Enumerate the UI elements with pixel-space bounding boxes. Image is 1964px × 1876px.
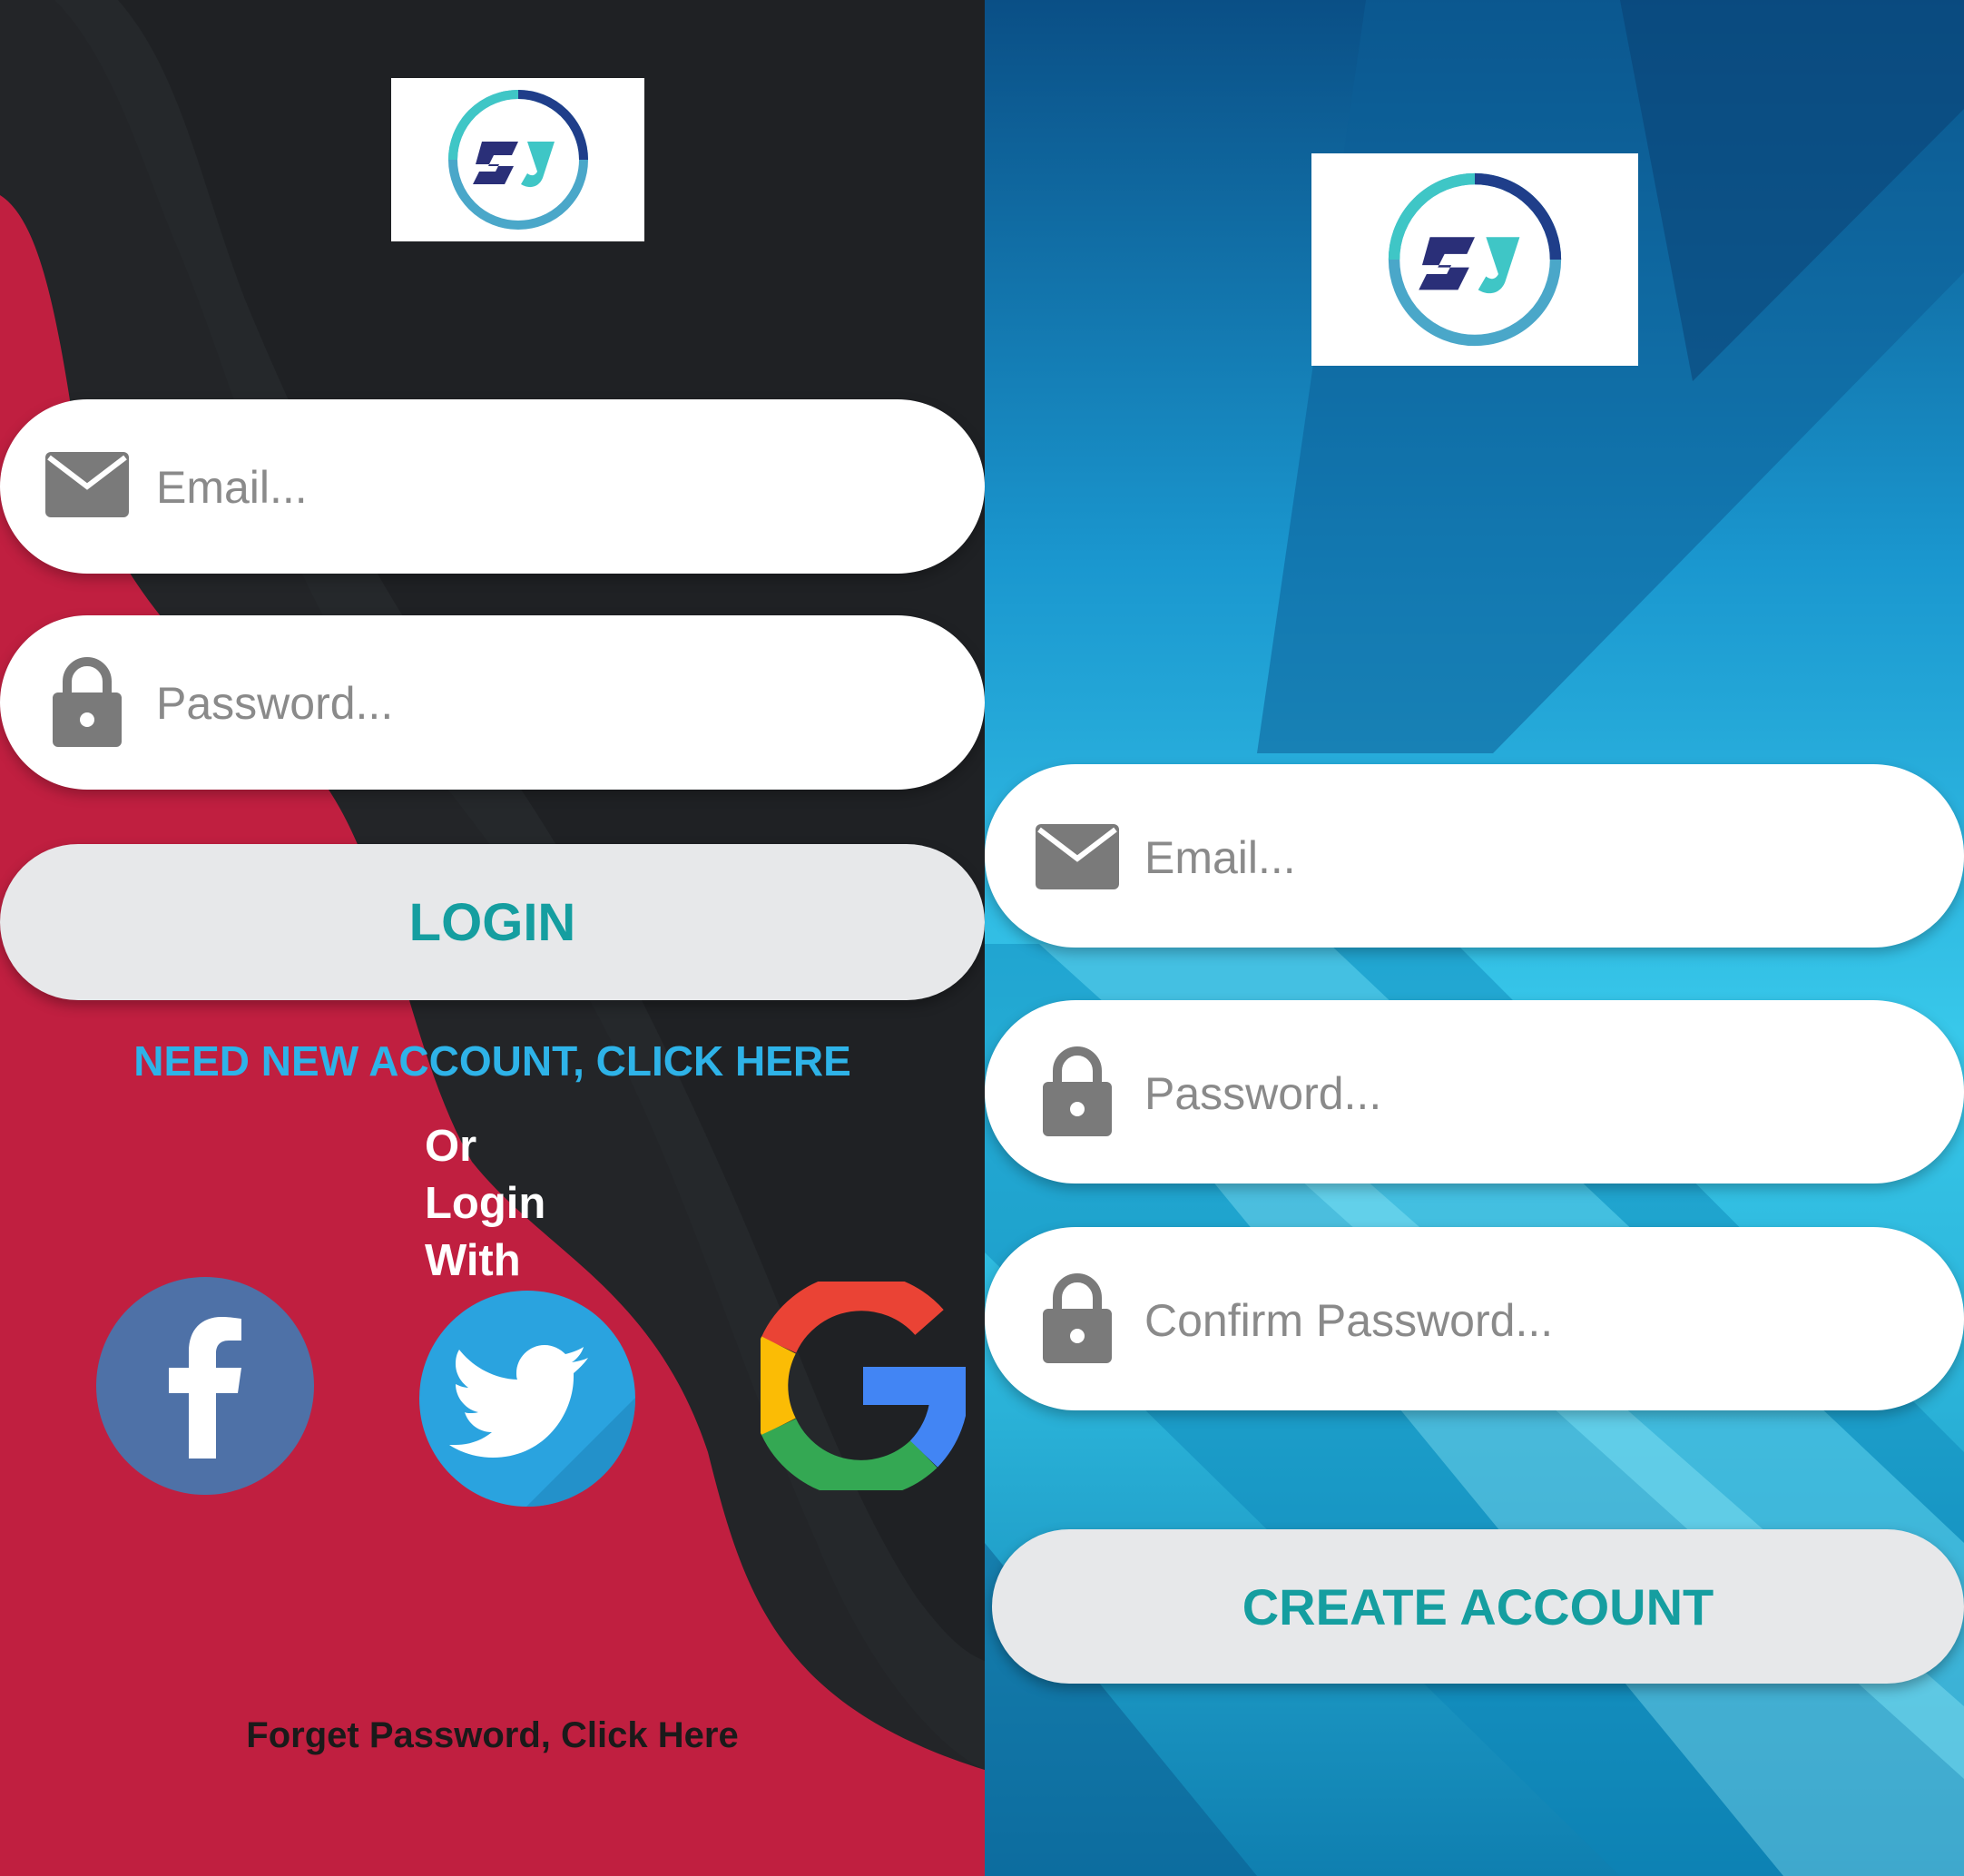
signup-confirm-password-input[interactable]: [1143, 1278, 1918, 1363]
twitter-login-button[interactable]: [419, 1291, 635, 1507]
sj-logo-icon: [447, 90, 588, 230]
signup-screen: CREATE ACCOUNT: [985, 0, 1964, 1876]
envelope-icon: [1036, 824, 1119, 889]
need-new-account-link[interactable]: NEED NEW ACCOUNT, CLICK HERE: [0, 1036, 985, 1085]
email-input[interactable]: [154, 445, 929, 530]
signup-confirm-password-field[interactable]: [985, 1227, 1964, 1410]
app-logo: [1311, 153, 1638, 366]
or-login-with-line: With: [425, 1236, 521, 1285]
signup-email-field[interactable]: [985, 764, 1964, 948]
login-button[interactable]: LOGIN: [0, 844, 985, 1000]
facebook-login-button[interactable]: [96, 1277, 314, 1495]
forget-password-link[interactable]: Forget Password, Click Here: [0, 1715, 985, 1756]
envelope-icon: [45, 452, 129, 517]
app-logo: [391, 78, 644, 241]
or-login-with-line: Or: [425, 1122, 477, 1171]
signup-email-input[interactable]: [1143, 815, 1918, 900]
or-login-with-line: Login: [425, 1179, 546, 1228]
create-account-button[interactable]: CREATE ACCOUNT: [992, 1529, 1964, 1684]
google-login-button[interactable]: [750, 1272, 969, 1498]
lock-icon: [53, 657, 122, 747]
login-screen: LOGIN NEED NEW ACCOUNT, CLICK HERE Or Lo…: [0, 0, 985, 1876]
lock-icon: [1043, 1273, 1112, 1363]
or-login-with-text: Or Login With: [425, 1118, 545, 1290]
facebook-icon: [169, 1317, 241, 1459]
password-input[interactable]: [154, 661, 929, 746]
sj-logo-icon: [1388, 172, 1562, 347]
twitter-icon: [449, 1345, 635, 1507]
email-field[interactable]: [0, 399, 985, 574]
password-field[interactable]: [0, 615, 985, 790]
signup-password-field[interactable]: [985, 1000, 1964, 1184]
signup-password-input[interactable]: [1143, 1051, 1918, 1136]
google-icon: [750, 1272, 969, 1498]
lock-icon: [1043, 1046, 1112, 1136]
